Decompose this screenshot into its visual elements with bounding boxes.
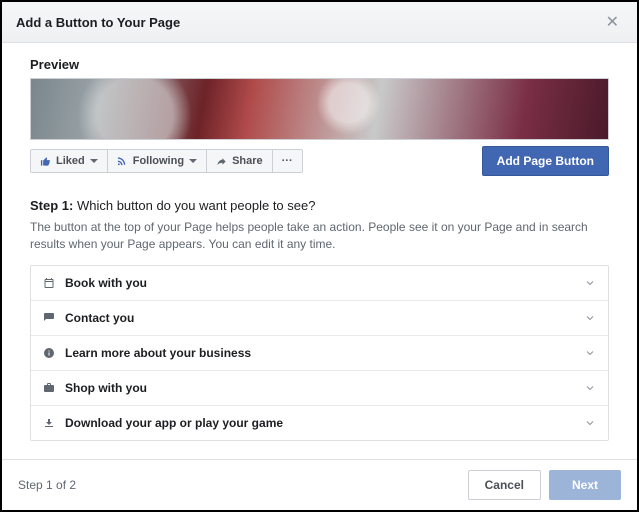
step-heading: Step 1: Which button do you want people … xyxy=(30,198,609,213)
cancel-button[interactable]: Cancel xyxy=(468,470,541,500)
following-label: Following xyxy=(133,155,184,167)
option-download[interactable]: Download your app or play your game xyxy=(31,406,608,440)
option-learn[interactable]: Learn more about your business xyxy=(31,336,608,371)
share-label: Share xyxy=(232,155,263,167)
step-label: Step 1: xyxy=(30,198,73,213)
info-icon xyxy=(43,347,55,359)
following-button[interactable]: Following xyxy=(108,150,207,172)
caret-down-icon xyxy=(189,159,197,167)
option-book-label: Book with you xyxy=(65,276,574,290)
share-icon xyxy=(216,156,227,167)
liked-button[interactable]: Liked xyxy=(31,150,108,172)
page-action-row: Liked Following Share ··· Add Page Butto… xyxy=(30,140,609,192)
rss-icon xyxy=(117,156,128,167)
add-button-dialog: Add a Button to Your Page ✕ Preview Like… xyxy=(2,2,637,510)
cover-photo xyxy=(30,78,609,140)
dialog-footer: Step 1 of 2 Cancel Next xyxy=(2,459,637,510)
liked-label: Liked xyxy=(56,155,85,167)
calendar-icon xyxy=(43,277,55,289)
option-shop[interactable]: Shop with you xyxy=(31,371,608,406)
dialog-header: Add a Button to Your Page ✕ xyxy=(2,2,637,43)
add-page-button[interactable]: Add Page Button xyxy=(482,146,609,176)
share-button[interactable]: Share xyxy=(207,150,273,172)
option-download-label: Download your app or play your game xyxy=(65,416,574,430)
step-indicator: Step 1 of 2 xyxy=(18,478,76,492)
dialog-body: Preview Liked Following Share xyxy=(2,43,637,459)
button-options-list: Book with you Contact you Learn more abo… xyxy=(30,265,609,441)
close-icon[interactable]: ✕ xyxy=(602,12,623,32)
next-button[interactable]: Next xyxy=(549,470,621,500)
ellipsis-icon: ··· xyxy=(282,155,293,167)
download-icon xyxy=(43,417,55,429)
chevron-down-icon xyxy=(584,382,596,394)
caret-down-icon xyxy=(90,159,98,167)
step-question: Which button do you want people to see? xyxy=(77,198,316,213)
chevron-down-icon xyxy=(584,417,596,429)
briefcase-icon xyxy=(43,382,55,394)
option-contact-label: Contact you xyxy=(65,311,574,325)
dialog-title: Add a Button to Your Page xyxy=(16,15,180,30)
page-button-group: Liked Following Share ··· xyxy=(30,149,303,173)
chevron-down-icon xyxy=(584,347,596,359)
preview-label: Preview xyxy=(30,57,609,72)
more-button[interactable]: ··· xyxy=(273,150,302,172)
option-learn-label: Learn more about your business xyxy=(65,346,574,360)
step-description: The button at the top of your Page helps… xyxy=(30,219,609,253)
chevron-down-icon xyxy=(584,277,596,289)
option-shop-label: Shop with you xyxy=(65,381,574,395)
thumbs-up-icon xyxy=(40,156,51,167)
option-contact[interactable]: Contact you xyxy=(31,301,608,336)
chevron-down-icon xyxy=(584,312,596,324)
message-icon xyxy=(43,312,55,324)
option-book[interactable]: Book with you xyxy=(31,266,608,301)
